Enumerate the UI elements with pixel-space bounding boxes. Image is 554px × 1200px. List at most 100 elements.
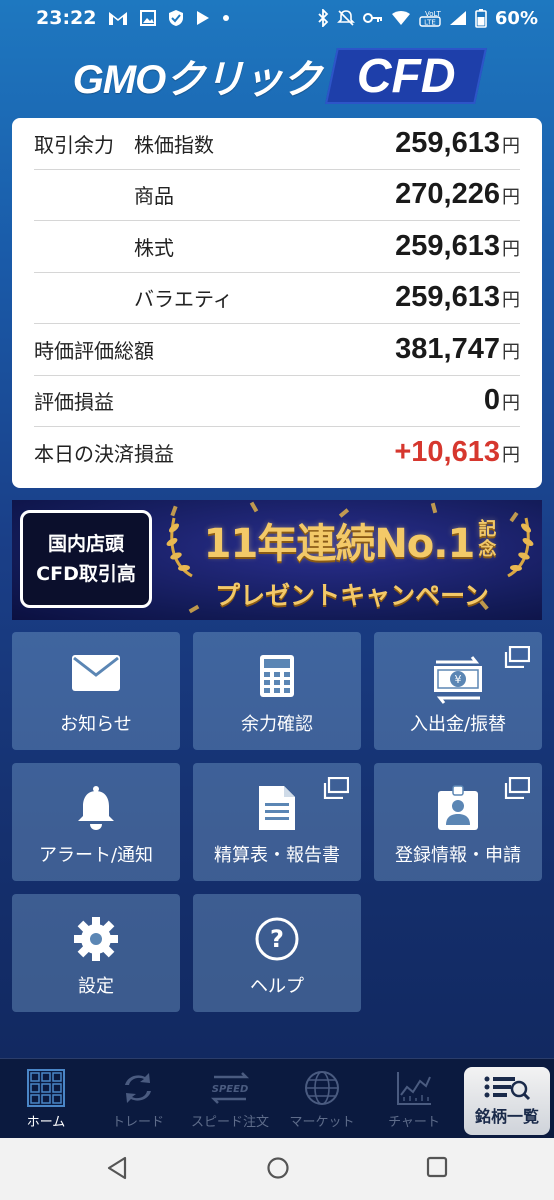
balance-card[interactable]: 取引余力 株価指数 259,613 円 商品 270,226 円 株式 259,… bbox=[12, 118, 542, 488]
balance-value: 270,226 bbox=[395, 178, 500, 211]
gear-icon bbox=[74, 917, 118, 961]
balance-row-commodity: 商品 270,226 円 bbox=[34, 170, 520, 221]
nav-speed-order[interactable]: SPEED スピード注文 bbox=[184, 1059, 276, 1139]
help-icon: ? bbox=[255, 917, 299, 961]
banner-main: 11年連続No.1 記念 プレゼントキャンペーン bbox=[162, 502, 534, 618]
tile-statements-reports[interactable]: 精算表・報告書 bbox=[193, 763, 361, 881]
balance-row-unrealized-pl: 評価損益 0 円 bbox=[34, 376, 520, 427]
balance-value: 381,747 bbox=[395, 332, 500, 365]
tile-notices[interactable]: お知らせ bbox=[12, 632, 180, 750]
balance-label: 時価評価総額 bbox=[34, 338, 154, 363]
balance-unit: 円 bbox=[502, 341, 520, 363]
mail-icon bbox=[72, 655, 120, 691]
bluetooth-icon bbox=[318, 9, 329, 27]
balance-value: 259,613 bbox=[395, 126, 500, 159]
balance-unit: 円 bbox=[502, 393, 520, 415]
banner-badge-text: 記念 bbox=[478, 519, 496, 560]
home-grid-icon bbox=[27, 1069, 65, 1107]
tile-label: 余力確認 bbox=[241, 714, 313, 735]
speed-icon-text: SPEED bbox=[212, 1084, 249, 1095]
nav-home[interactable]: ホーム bbox=[0, 1059, 92, 1139]
calculator-icon bbox=[260, 655, 294, 697]
balance-label: 評価損益 bbox=[34, 390, 114, 415]
tile-alert-notification[interactable]: アラート/通知 bbox=[12, 763, 180, 881]
battery-percent: 60% bbox=[494, 7, 538, 29]
laurel-right-icon bbox=[507, 517, 534, 578]
key-icon bbox=[362, 13, 382, 23]
balance-unit: 円 bbox=[502, 187, 520, 209]
svg-text:?: ? bbox=[270, 925, 284, 953]
banner-headline: 11年連続No.1 記念 bbox=[192, 508, 512, 572]
tile-label: お知らせ bbox=[60, 714, 132, 735]
tile-help[interactable]: ? ヘルプ bbox=[193, 894, 361, 1012]
nav-chart[interactable]: チャート bbox=[368, 1059, 460, 1139]
balance-row-market-value: 時価評価総額 381,747 円 bbox=[34, 324, 520, 376]
tile-registration-info[interactable]: 登録情報・申請 bbox=[374, 763, 542, 881]
nav-label: ホーム bbox=[26, 1115, 66, 1130]
yen-transfer-icon: ¥ bbox=[434, 656, 482, 704]
external-window-icon bbox=[323, 777, 349, 799]
gmail-icon bbox=[109, 12, 128, 25]
balance-row-variety: バラエティ 259,613 円 bbox=[34, 273, 520, 324]
balance-value: 0 bbox=[483, 384, 500, 417]
system-nav-bar bbox=[0, 1138, 554, 1200]
tile-deposit-transfer[interactable]: ¥ 入出金/振替 bbox=[374, 632, 542, 750]
app-root: 23:22 LTEVoLTE 60% GMOクリック CFD 取引余力 bbox=[0, 0, 554, 1200]
svg-text:VoLTE: VoLTE bbox=[425, 10, 441, 18]
balance-sublabel: 株価指数 bbox=[134, 132, 214, 157]
balance-value: 259,613 bbox=[395, 281, 500, 314]
banner-box-line1: 国内店頭 bbox=[47, 533, 124, 555]
balance-unit: 円 bbox=[502, 290, 520, 312]
battery-icon bbox=[475, 9, 487, 28]
logo-badge: CFD bbox=[325, 48, 488, 104]
status-bar: 23:22 LTEVoLTE 60% bbox=[0, 0, 554, 36]
balance-value-wrap: 270,226 円 bbox=[395, 178, 520, 211]
logo-text: GMOクリック bbox=[72, 58, 323, 102]
balance-value-wrap: 381,747 円 bbox=[395, 333, 520, 366]
tile-settings[interactable]: 設定 bbox=[12, 894, 180, 1012]
home-icon[interactable] bbox=[266, 1156, 290, 1180]
dot-icon bbox=[223, 15, 230, 21]
brand-list-label: 銘柄一覧 bbox=[474, 1107, 539, 1126]
balance-value: 259,613 bbox=[395, 229, 500, 262]
play-icon bbox=[197, 11, 210, 25]
tile-label: 設定 bbox=[78, 976, 114, 997]
nav-label: チャート bbox=[388, 1115, 440, 1130]
nav-market[interactable]: マーケット bbox=[276, 1059, 368, 1139]
balance-label: 本日の決済損益 bbox=[34, 442, 174, 467]
balance-sublabel: バラエティ bbox=[134, 287, 233, 312]
balance-sublabel: 商品 bbox=[134, 184, 174, 209]
banner-box-line2: CFD取引高 bbox=[36, 563, 136, 585]
back-icon[interactable] bbox=[106, 1156, 128, 1180]
balance-value-positive: +10,613 bbox=[394, 436, 500, 469]
nav-label: スピード注文 bbox=[190, 1115, 269, 1130]
brand-list-button[interactable]: 銘柄一覧 bbox=[464, 1067, 550, 1135]
svg-text:¥: ¥ bbox=[455, 673, 462, 686]
id-badge-icon bbox=[438, 785, 478, 830]
tile-margin-check[interactable]: 余力確認 bbox=[193, 632, 361, 750]
speed-order-icon: SPEED bbox=[210, 1072, 250, 1104]
recents-icon[interactable] bbox=[426, 1156, 448, 1178]
mute-icon bbox=[336, 10, 355, 26]
balance-sublabel: 株式 bbox=[134, 235, 174, 260]
balance-row-stock-index: 取引余力 株価指数 259,613 円 bbox=[34, 118, 520, 170]
lte-icon: LTEVoLTE bbox=[419, 10, 441, 27]
chart-icon bbox=[397, 1072, 431, 1105]
shield-icon bbox=[169, 10, 184, 26]
tile-label: ヘルプ bbox=[250, 976, 304, 997]
banner-headline-text: 11年連続No.1 bbox=[203, 521, 476, 567]
balance-value-wrap: 259,613 円 bbox=[395, 281, 520, 314]
logo-badge-text: CFD bbox=[356, 49, 456, 103]
wifi-icon bbox=[391, 11, 410, 25]
nav-trade[interactable]: トレード bbox=[92, 1059, 184, 1139]
svg-text:LTE: LTE bbox=[424, 19, 436, 27]
status-right-icons: LTEVoLTE 60% bbox=[317, 8, 538, 29]
balance-row-today-settled-pl: 本日の決済損益 +10,613 円 bbox=[34, 427, 520, 479]
balance-label-trading-power: 取引余力 bbox=[34, 132, 114, 157]
external-window-icon bbox=[504, 777, 530, 799]
campaign-banner[interactable]: 国内店頭 CFD取引高 11年連続No.1 記念 プレゼントキャンペーン bbox=[12, 500, 542, 620]
status-left-icons bbox=[108, 9, 230, 27]
bell-icon bbox=[78, 786, 114, 830]
balance-value-wrap: 259,613 円 bbox=[395, 127, 520, 160]
document-icon bbox=[259, 786, 295, 830]
